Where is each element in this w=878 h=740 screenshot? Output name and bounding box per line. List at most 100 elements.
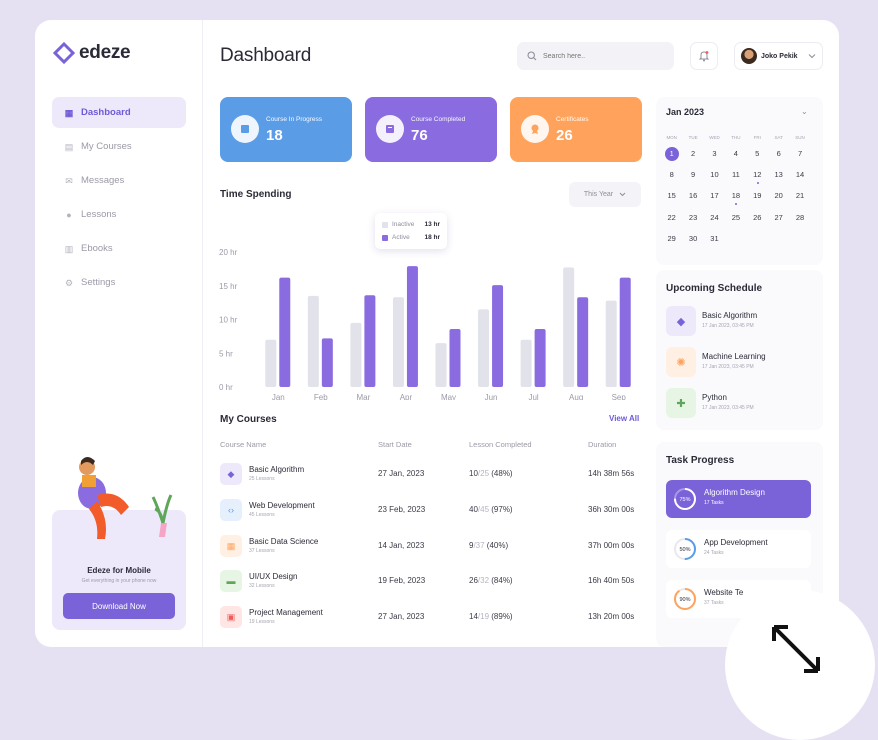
calendar-day[interactable]: 24	[704, 211, 725, 225]
day-number: 24	[710, 212, 719, 222]
calendar-day[interactable]: 29	[661, 232, 682, 246]
expand-button[interactable]	[725, 590, 875, 740]
search-bar[interactable]	[517, 42, 674, 70]
user-menu[interactable]: Joko Pekik	[734, 42, 823, 70]
sidebar-item-lessons[interactable]: ● Lessons	[52, 199, 186, 230]
table-row[interactable]: ▣ Project Management 19 Lessons 27 Jan, …	[220, 606, 645, 634]
course-lesson-completed: 9/37 (40%)	[469, 541, 508, 550]
chevron-down-icon[interactable]: ⌄	[801, 107, 808, 116]
stat-card-certificates[interactable]: Certificates 26	[510, 97, 642, 162]
schedule-name: Basic Algorithm	[702, 311, 758, 320]
calendar-day[interactable]: 3	[704, 147, 725, 161]
active-bar[interactable]	[279, 277, 291, 387]
task-item[interactable]: 50% App Development 24 Tasks	[666, 530, 811, 568]
sidebar-item-settings[interactable]: ⚙ Settings	[52, 267, 186, 298]
calendar-day[interactable]: 30	[682, 232, 703, 246]
sidebar-item-dashboard[interactable]: ▦ Dashboard	[52, 97, 186, 128]
inactive-bar[interactable]	[392, 297, 404, 387]
inactive-bar[interactable]	[605, 300, 617, 387]
stat-card-completed[interactable]: Course Completed 76	[365, 97, 497, 162]
calendar-day[interactable]: 13	[768, 168, 789, 182]
column-header[interactable]: Duration	[588, 440, 616, 449]
course-duration: 37h 00m 00s	[588, 541, 635, 550]
schedule-item[interactable]: ✚ Python 17 Jan 2023, 03:45 PM	[666, 388, 816, 420]
download-now-button[interactable]: Download Now	[63, 593, 175, 619]
day-number: 12	[753, 169, 762, 179]
table-row[interactable]: ◆ Basic Algorithm 25 Lessons 27 Jan, 202…	[220, 463, 645, 491]
calendar-day[interactable]: 17	[704, 189, 725, 203]
calendar-day[interactable]: 20	[768, 189, 789, 203]
calendar-day[interactable]: 1	[661, 146, 682, 161]
calendar-day[interactable]: 31	[704, 232, 725, 246]
stat-card-in-progress[interactable]: Course In Progress 18	[220, 97, 352, 162]
calendar-day[interactable]: 6	[768, 147, 789, 161]
sidebar-item-ebooks[interactable]: ▥ Ebooks	[52, 233, 186, 264]
calendar-day[interactable]: 25	[725, 211, 746, 225]
file-icon: ▤	[64, 141, 74, 152]
active-bar[interactable]	[321, 338, 333, 387]
calendar-day[interactable]: 5	[747, 147, 768, 161]
course-start-date: 19 Feb, 2023	[378, 576, 426, 585]
inactive-bar[interactable]	[265, 339, 277, 387]
calendar-day[interactable]: 21	[789, 189, 810, 203]
inactive-bar[interactable]	[478, 309, 490, 387]
calendar-day[interactable]: 2	[682, 147, 703, 161]
course-duration: 36h 30m 00s	[588, 505, 635, 514]
inactive-bar[interactable]	[435, 343, 447, 387]
layers-icon: ◆	[220, 463, 242, 485]
calendar-day[interactable]: 4	[725, 147, 746, 161]
column-header[interactable]: Lesson Completed	[469, 440, 532, 449]
view-all-link[interactable]: View All	[609, 414, 639, 423]
inactive-bar[interactable]	[520, 339, 532, 387]
column-header[interactable]: Start Date	[378, 440, 412, 449]
table-row[interactable]: ‹› Web Development 45 Lessons 23 Feb, 20…	[220, 499, 645, 527]
day-number: 14	[795, 169, 805, 179]
sidebar-item-messages[interactable]: ✉ Messages	[52, 165, 186, 196]
active-bar[interactable]	[364, 295, 376, 387]
calendar-day[interactable]: 26	[747, 211, 768, 225]
sidebar-item-my-courses[interactable]: ▤ My Courses	[52, 131, 186, 162]
calendar-day[interactable]: 12	[747, 168, 768, 184]
calendar-day[interactable]: 10	[704, 168, 725, 182]
inactive-bar[interactable]	[350, 322, 362, 387]
active-bar[interactable]	[619, 277, 631, 387]
inactive-bar[interactable]	[563, 267, 575, 387]
calendar-day[interactable]: 28	[789, 211, 810, 225]
calendar-day[interactable]: 19	[747, 189, 768, 203]
active-bar[interactable]	[406, 266, 418, 387]
active-bar[interactable]	[577, 297, 589, 387]
calendar-day[interactable]: 23	[682, 211, 703, 225]
table-row[interactable]: ▦ Basic Data Science 37 Lessons 14 Jan, …	[220, 535, 645, 563]
inactive-bar[interactable]	[307, 295, 319, 387]
schedule-item[interactable]: ◆ Basic Algorithm 17 Jan 2023, 03:45 PM	[666, 306, 816, 338]
calendar-empty	[747, 232, 768, 246]
calendar-day[interactable]: 11	[725, 168, 746, 182]
calendar-day[interactable]: 14	[789, 168, 810, 182]
calendar-day[interactable]: 18	[725, 189, 746, 206]
active-bar[interactable]	[449, 328, 461, 387]
schedule-item[interactable]: ✺ Machine Learning 17 Jan 2023, 03:45 PM	[666, 347, 816, 379]
weekday-label: SAT	[774, 135, 783, 140]
calendar-day[interactable]: 7	[789, 147, 810, 161]
y-tick-label: 20 hr	[219, 248, 238, 257]
column-header[interactable]: Course Name	[220, 440, 266, 449]
task-item[interactable]: 75% Algorithm Design 17 Tasks	[666, 480, 811, 518]
calendar-day[interactable]: 22	[661, 211, 682, 225]
year-filter-dropdown[interactable]: This Year	[569, 182, 641, 207]
brand-logo[interactable]: edeze	[53, 42, 131, 64]
active-bar[interactable]	[534, 328, 546, 387]
table-row[interactable]: ▬ UI/UX Design 32 Lessons 19 Feb, 2023 2…	[220, 570, 645, 598]
course-name: Basic Data Science	[249, 537, 319, 546]
search-input[interactable]	[543, 52, 663, 60]
active-bar[interactable]	[492, 285, 504, 387]
calendar-day[interactable]: 9	[682, 168, 703, 182]
notification-button[interactable]	[690, 42, 718, 70]
calendar-day[interactable]: 8	[661, 168, 682, 182]
calendar-day[interactable]: 27	[768, 211, 789, 225]
x-tick-label: May	[441, 393, 456, 400]
calendar-empty	[768, 232, 789, 246]
task-percent: 75%	[679, 497, 690, 503]
calendar-day[interactable]: 15	[661, 189, 682, 203]
lessons-total: /37	[473, 541, 485, 550]
calendar-day[interactable]: 16	[682, 189, 703, 203]
